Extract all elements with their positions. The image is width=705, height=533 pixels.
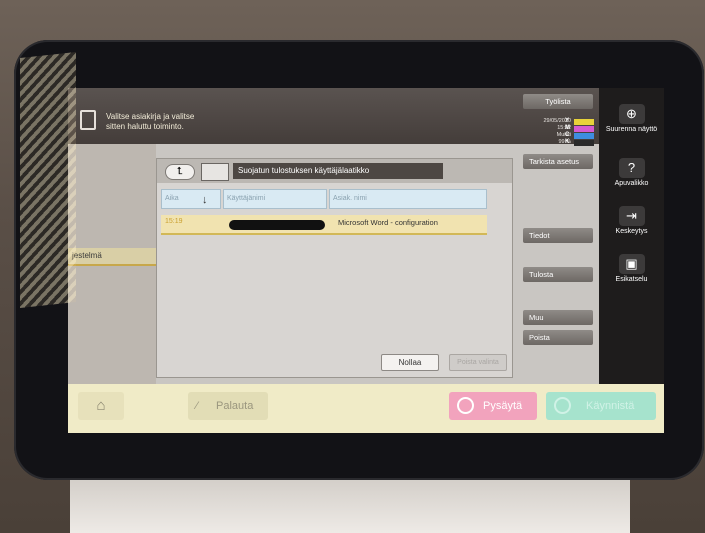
check-settings-button[interactable]: Tarkista asetus	[523, 154, 593, 169]
instruction-line-1: Valitse asiakirja ja valitse	[106, 112, 195, 121]
interrupt-button[interactable]: ⇥ Keskeytys	[605, 206, 658, 235]
zoom-label: Suurenna näyttö	[605, 126, 658, 133]
instruction-text: Valitse asiakirja ja valitse sitten halu…	[106, 112, 194, 132]
start-button[interactable]: Käynnistä	[546, 392, 656, 420]
stop-icon	[457, 397, 474, 414]
magnify-plus-icon: ⊕	[618, 104, 645, 124]
print-button[interactable]: Tulosta	[523, 267, 593, 282]
toner-levels: Y M C K	[565, 118, 594, 147]
help-label: Apuvalikko	[614, 180, 649, 187]
reset-button[interactable]: Nollaa	[381, 354, 439, 371]
preview-label: Esikatselu	[615, 276, 648, 283]
interrupt-icon: ⇥	[618, 206, 645, 226]
stop-label: Pysäytä	[483, 400, 523, 412]
help-menu-button[interactable]: ? Apuvalikko	[605, 158, 658, 187]
secure-print-dialog: ⮤ Suojatun tulostuksen käyttäjälaatikko …	[156, 158, 513, 378]
home-button[interactable]: ⌂	[78, 392, 124, 420]
delete-button[interactable]: Poista	[523, 330, 593, 345]
reset-icon: ⁄	[196, 400, 198, 412]
cell-document: Microsoft Word - configuration	[338, 218, 438, 227]
bottom-bar: ⌂ ⁄ Palauta Pysäytä Käynnistä	[68, 384, 664, 433]
details-button[interactable]: Tiedot	[523, 228, 593, 243]
zoom-screen-button[interactable]: ⊕ Suurenna näyttö	[605, 104, 658, 133]
start-label: Käynnistä	[586, 400, 635, 412]
toner-magenta: M	[565, 125, 594, 132]
toner-cyan: C	[565, 132, 594, 139]
up-folder-button[interactable]: ⮤	[165, 164, 195, 180]
preview-button[interactable]: ▣ Esikatselu	[605, 254, 658, 283]
instruction-line-2: sitten haluttu toiminto.	[106, 122, 184, 131]
left-item-system[interactable]: jestelmä	[68, 248, 156, 266]
column-time-label: Aika	[165, 195, 179, 202]
reset-all-label: Palauta	[216, 400, 254, 412]
work-list-button[interactable]: Työlista	[523, 94, 593, 109]
cell-time: 15:19	[165, 218, 183, 225]
column-header-docname[interactable]: Asiak. nimi	[329, 189, 487, 209]
deselect-button[interactable]: Poista valinta	[449, 354, 507, 371]
column-header-username[interactable]: Käyttäjänimi	[223, 189, 327, 209]
other-button[interactable]: Muu	[523, 310, 593, 325]
column-docname-label: Asiak. nimi	[333, 195, 367, 202]
document-icon	[80, 110, 96, 130]
redacted-username	[229, 220, 325, 230]
sort-down-icon: ↓	[202, 194, 208, 206]
dialog-titlebar: ⮤ Suojatun tulostuksen käyttäjälaatikko	[157, 159, 512, 183]
start-icon	[554, 397, 571, 414]
preview-icon: ▣	[618, 254, 645, 274]
user-box-icon	[201, 163, 229, 181]
touch-screen: Valitse asiakirja ja valitse sitten halu…	[68, 88, 664, 433]
up-arrow-icon: ⮤	[177, 166, 183, 177]
toner-yellow: Y	[565, 118, 594, 125]
side-function-panel: ⊕ Suurenna näyttö ? Apuvalikko ⇥ Keskeyt…	[599, 88, 664, 384]
stop-button[interactable]: Pysäytä	[449, 392, 537, 420]
left-panel: jestelmä	[68, 144, 156, 384]
dialog-title: Suojatun tulostuksen käyttäjälaatikko	[233, 163, 443, 179]
reset-all-button[interactable]: ⁄ Palauta	[188, 392, 268, 420]
table-row[interactable]: 15:19 Microsoft Word - configuration	[161, 215, 487, 235]
help-icon: ?	[618, 158, 645, 178]
home-icon: ⌂	[96, 397, 106, 414]
toner-black: K	[565, 139, 594, 146]
light-reflection	[20, 52, 76, 308]
column-header-time[interactable]: Aika ↓	[161, 189, 221, 209]
interrupt-label: Keskeytys	[615, 228, 648, 235]
column-username-label: Käyttäjänimi	[227, 195, 266, 202]
